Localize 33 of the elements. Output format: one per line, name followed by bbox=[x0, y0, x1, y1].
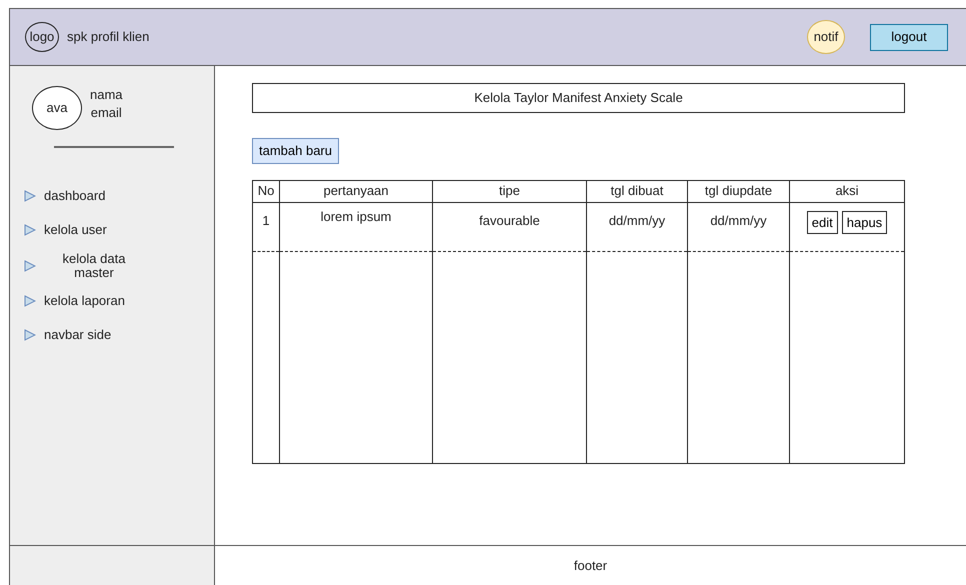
table-cell: dd/mm/yy bbox=[710, 212, 767, 228]
column-header: pertanyaan bbox=[280, 180, 432, 202]
sidebar-item[interactable]: dashboard bbox=[24, 184, 214, 208]
notification-button[interactable]: notif bbox=[807, 20, 845, 54]
triangle-icon bbox=[24, 295, 36, 308]
app-title: spk profil klien bbox=[67, 28, 150, 46]
logout-button[interactable]: logout bbox=[870, 24, 948, 50]
column-header: tgl dibuat bbox=[586, 180, 688, 202]
sidebar-item[interactable]: navbar side bbox=[24, 323, 214, 348]
triangle-icon bbox=[24, 260, 36, 272]
table-cell: dd/mm/yy bbox=[608, 212, 666, 228]
column-header: No bbox=[252, 180, 280, 202]
table-cell: lorem ipsum bbox=[320, 208, 392, 224]
sidebar-item[interactable]: kelola data master bbox=[24, 252, 214, 280]
triangle-icon bbox=[24, 329, 36, 342]
user-email: email bbox=[90, 104, 122, 122]
column-header: aksi bbox=[790, 180, 904, 202]
table-cell: 1 bbox=[262, 212, 270, 228]
add-new-button[interactable]: tambah baru bbox=[252, 138, 339, 164]
sidebar-item[interactable]: kelola laporan bbox=[24, 289, 214, 314]
avatar: ava bbox=[32, 86, 82, 130]
edit-button[interactable]: edit bbox=[806, 210, 838, 234]
delete-button[interactable]: hapus bbox=[842, 210, 888, 234]
page-title: Kelola Taylor Manifest Anxiety Scale bbox=[252, 83, 905, 113]
triangle-icon bbox=[24, 224, 36, 236]
sidebar-item[interactable]: kelola user bbox=[24, 218, 214, 242]
column-header: tgl diupdate bbox=[688, 180, 790, 202]
user-name: nama bbox=[90, 86, 123, 104]
footer-text: footer bbox=[574, 556, 608, 575]
triangle-icon bbox=[24, 190, 36, 202]
table-cell: favourable bbox=[479, 212, 540, 228]
column-header: tipe bbox=[432, 180, 586, 202]
logo: logo bbox=[25, 22, 59, 52]
